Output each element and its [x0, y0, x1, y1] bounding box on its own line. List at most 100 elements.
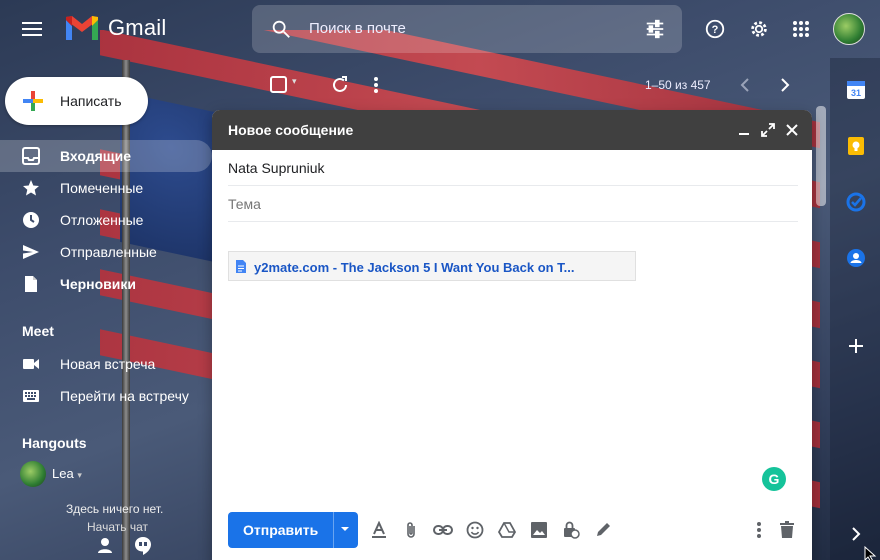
- hangouts-user-avatar[interactable]: [20, 461, 46, 487]
- text-format-icon: [372, 521, 386, 538]
- sidebar-item-label: Помеченные: [60, 180, 144, 196]
- search-bar[interactable]: Поиск в почте: [252, 5, 682, 53]
- meet-section-title: Meet: [22, 323, 54, 339]
- svg-text:?: ?: [712, 24, 719, 36]
- sidebar-item-starred[interactable]: Помеченные: [0, 172, 212, 204]
- chevron-down-icon[interactable]: [340, 524, 350, 534]
- sidebar-item-sent[interactable]: Отправленные: [0, 236, 212, 268]
- sidebar-item-inbox[interactable]: Входящие: [0, 140, 212, 172]
- search-options-icon[interactable]: [644, 18, 666, 40]
- gmail-logo[interactable]: Gmail: [64, 14, 166, 42]
- add-addon-icon[interactable]: [846, 336, 866, 356]
- select-dropdown-chevron-icon[interactable]: ▾: [292, 76, 297, 87]
- contacts-icon[interactable]: [96, 536, 114, 554]
- apps-button[interactable]: [788, 16, 814, 42]
- pagination-text: 1–50 из 457: [645, 78, 711, 92]
- more-options-button[interactable]: [748, 519, 770, 541]
- grammarly-icon[interactable]: G: [762, 467, 786, 491]
- sidebar-item-label: Черновики: [60, 276, 137, 292]
- search-icon[interactable]: [270, 18, 292, 40]
- star-icon: [23, 180, 39, 196]
- more-vert-icon[interactable]: [373, 76, 379, 94]
- refresh-icon[interactable]: [330, 75, 350, 95]
- attachment-chip[interactable]: y2mate.com - The Jackson 5 I Want You Ba…: [228, 251, 636, 281]
- settings-button[interactable]: [746, 16, 772, 42]
- help-icon: ?: [705, 19, 725, 39]
- expand-panel-icon[interactable]: [846, 524, 866, 544]
- send-label: Отправить: [243, 522, 319, 538]
- recipients-field[interactable]: Nata Supruniuk: [228, 150, 798, 186]
- prev-page-icon[interactable]: [738, 77, 752, 93]
- gmail-m-icon: [66, 16, 98, 40]
- lock-clock-icon: [564, 521, 580, 539]
- emoji-icon: [466, 521, 484, 539]
- calendar-icon[interactable]: 31: [846, 80, 866, 100]
- compose-label: Написать: [60, 93, 122, 109]
- signature-button[interactable]: [592, 519, 614, 541]
- subject-placeholder: Тема: [228, 196, 261, 212]
- next-page-icon[interactable]: [778, 77, 792, 93]
- keyboard-icon: [23, 390, 39, 402]
- sidebar-item-join-meeting[interactable]: Перейти на встречу: [0, 380, 212, 412]
- contacts-app-icon[interactable]: [846, 248, 866, 268]
- pen-icon: [597, 523, 610, 536]
- keep-icon[interactable]: [846, 136, 866, 156]
- sidebar-item-label: Входящие: [60, 148, 131, 164]
- link-icon: [433, 525, 453, 535]
- sidebar-item-new-meeting[interactable]: Новая встреча: [0, 348, 212, 380]
- colorful-plus-icon: [23, 91, 43, 111]
- insert-photo-button[interactable]: [528, 519, 550, 541]
- drive-icon: [498, 522, 516, 538]
- subject-field[interactable]: Тема: [228, 186, 798, 222]
- top-bar: Gmail Поиск в почте ?: [0, 0, 880, 58]
- image-icon: [531, 522, 547, 538]
- send-divider: [333, 512, 334, 548]
- draft-icon: [25, 276, 37, 292]
- emoji-button[interactable]: [464, 519, 486, 541]
- hamburger-icon: [22, 22, 42, 36]
- close-icon[interactable]: [784, 122, 800, 138]
- attachment-name[interactable]: y2mate.com - The Jackson 5 I Want You Ba…: [254, 260, 575, 275]
- search-input[interactable]: Поиск в почте: [309, 20, 406, 37]
- sidebar-item-label: Перейти на встречу: [60, 388, 189, 404]
- sidebar-item-drafts[interactable]: Черновики: [0, 268, 212, 300]
- trash-icon: [780, 521, 794, 538]
- formatting-button[interactable]: [368, 519, 390, 541]
- paperclip-icon: [407, 522, 415, 538]
- file-icon: [236, 260, 246, 273]
- discard-draft-button[interactable]: [776, 519, 798, 541]
- hangouts-user-name: Lea: [52, 466, 74, 481]
- insert-link-button[interactable]: [432, 519, 454, 541]
- app-name: Gmail: [108, 15, 167, 40]
- main-menu-button[interactable]: [14, 13, 50, 45]
- hangouts-start-chat-link[interactable]: Начать чат: [87, 520, 148, 534]
- hangouts-user-menu[interactable]: Lea ▾: [52, 466, 82, 481]
- minimize-icon[interactable]: [736, 122, 752, 138]
- attach-button[interactable]: [400, 519, 422, 541]
- compose-title: Новое сообщение: [228, 122, 354, 138]
- side-panel-rail: 31: [830, 58, 880, 560]
- chevron-down-icon: ▾: [77, 470, 82, 480]
- compose-button[interactable]: Написать: [5, 77, 148, 125]
- send-button[interactable]: Отправить: [228, 512, 358, 548]
- sidebar-item-label: Новая встреча: [60, 356, 156, 372]
- compose-window: Новое сообщение Nata Supruniuk Тема y2ma…: [212, 110, 812, 560]
- send-icon: [23, 245, 39, 259]
- drive-button[interactable]: [496, 519, 518, 541]
- list-scrollbar[interactable]: [816, 106, 826, 206]
- flag-pole: [122, 60, 130, 560]
- hangouts-empty-text: Здесь ничего нет.: [66, 502, 164, 516]
- help-button[interactable]: ?: [702, 16, 728, 42]
- hangouts-icon[interactable]: [134, 536, 152, 556]
- compose-header[interactable]: Новое сообщение: [212, 110, 812, 150]
- clock-icon: [23, 212, 39, 228]
- select-all-checkbox[interactable]: [270, 76, 288, 94]
- fullscreen-icon[interactable]: [760, 122, 776, 138]
- sidebar-item-snoozed[interactable]: Отложенные: [0, 204, 212, 236]
- account-avatar[interactable]: [833, 13, 865, 45]
- confidential-mode-button[interactable]: [560, 519, 582, 541]
- recipient-text: Nata Supruniuk: [228, 160, 325, 176]
- tasks-icon[interactable]: [846, 192, 866, 212]
- video-icon: [23, 359, 39, 369]
- more-vert-icon: [757, 522, 761, 538]
